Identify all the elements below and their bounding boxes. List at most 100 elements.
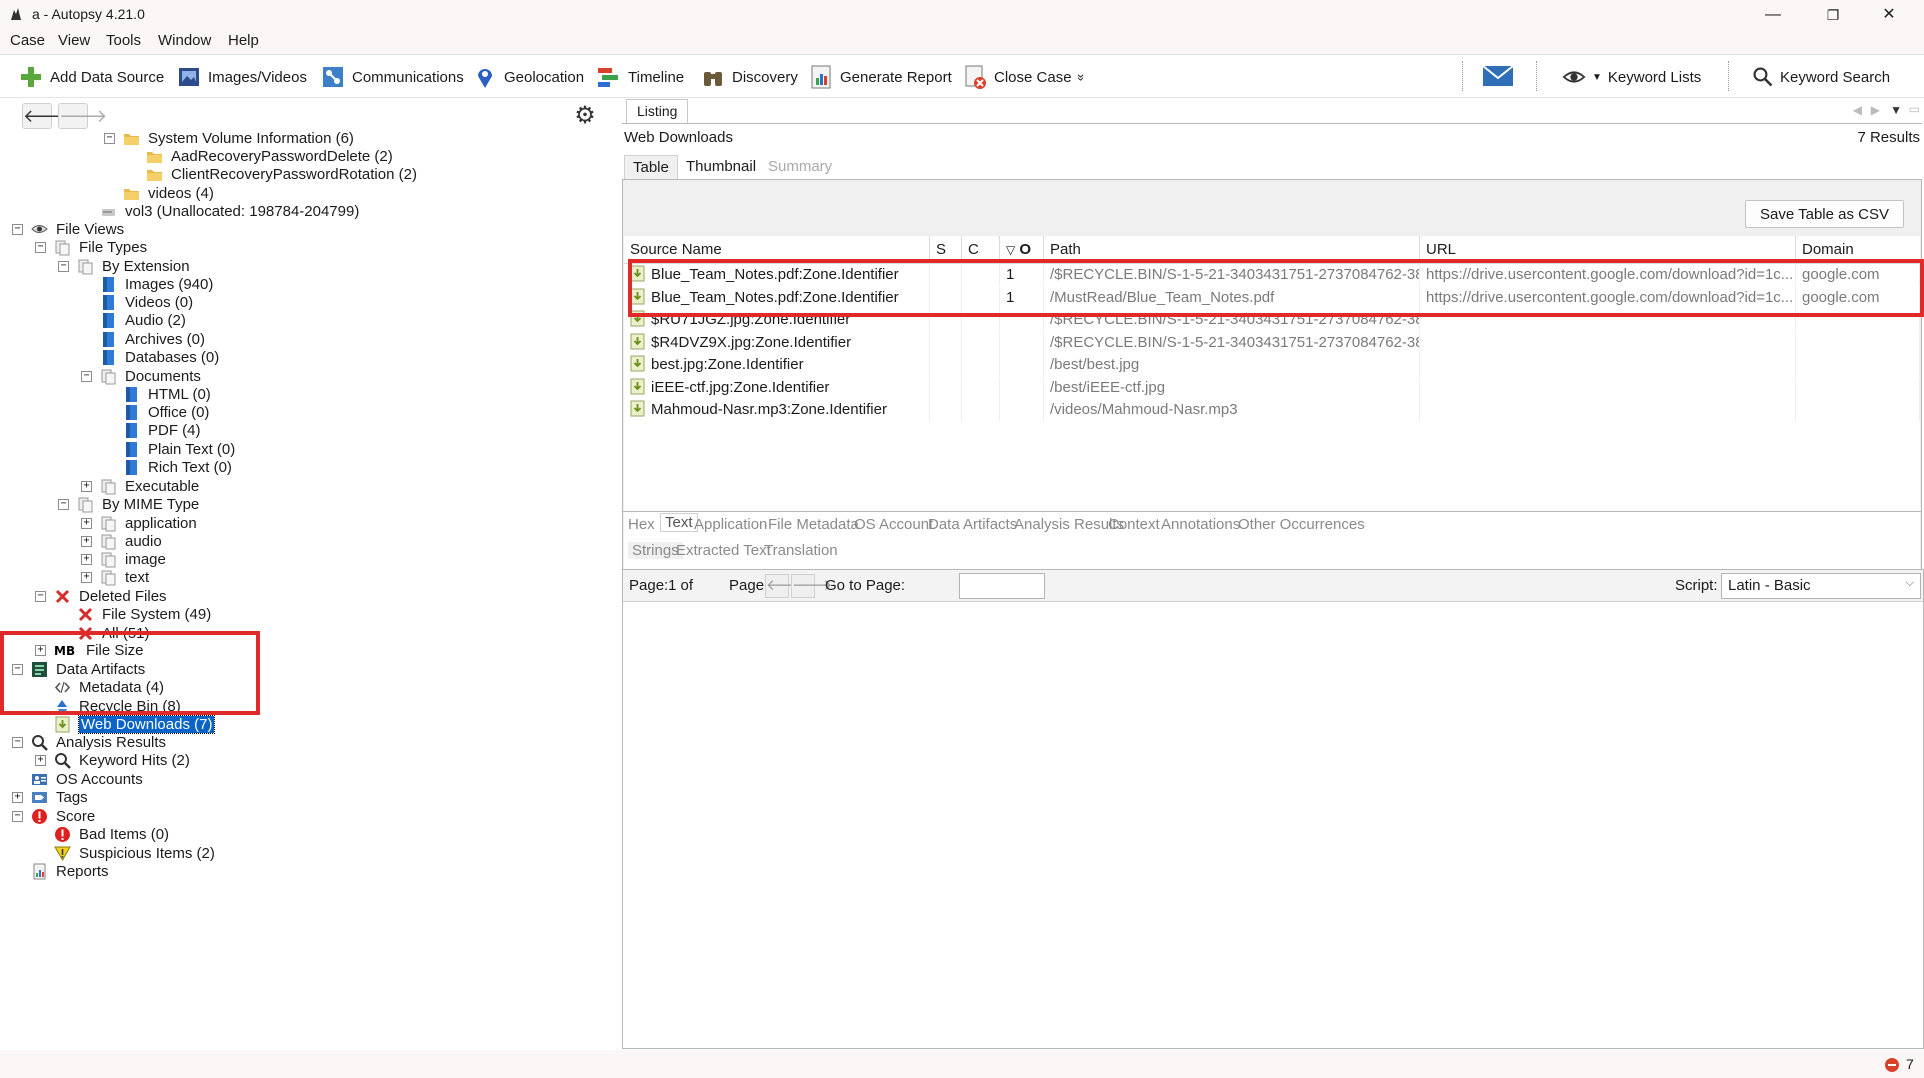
tree-node-label: Analysis Results [56,733,167,751]
keyword-search-button[interactable]: Keyword Search [1752,63,1890,91]
script-select[interactable]: Latin - Basic ⌵ [1721,573,1921,599]
collapse-toggle-icon[interactable]: − [35,241,46,253]
cell-path-text: /$RECYCLE.BIN/S-1-5-21-3403431751-273708… [1050,333,1420,351]
toolbar-separator [1728,61,1729,91]
column-occurrences[interactable]: ▽ O [1000,236,1044,264]
expand-toggle-icon[interactable]: + [12,791,23,803]
maximize-pane-icon[interactable]: ▭ [1909,102,1920,116]
discovery-button[interactable]: Discovery [700,63,798,91]
geolocation-button[interactable]: Geolocation [472,63,584,91]
collapse-toggle-icon[interactable]: − [58,498,69,510]
menu-view[interactable]: View [58,32,90,49]
directory-tree-pane: 🡐 🡒 ⚙ − System Volume Information (6) AadR… [0,99,598,1047]
binoculars-icon [704,72,722,86]
column-url[interactable]: URL [1420,236,1796,264]
expand-toggle-icon[interactable]: + [81,535,92,547]
sort-desc-icon: ▽ [1006,243,1016,257]
back-arrow-icon[interactable]: 🡐 [22,103,71,129]
folder-icon [124,188,139,200]
collapse-toggle-icon[interactable]: − [81,370,92,382]
viewer-tab-os-account[interactable]: OS Account [854,516,933,533]
mail-icon[interactable] [1482,65,1514,87]
viewer-tab-other-occurrences[interactable]: Other Occurrences [1238,516,1365,533]
viewer-tab-data-artifacts[interactable]: Data Artifacts [928,516,1017,533]
go-to-page-input[interactable] [959,573,1045,599]
folder-icon [147,151,162,163]
cell-url [1420,399,1796,421]
minimize-button[interactable]: — [1750,0,1796,30]
cell-path: /$RECYCLE.BIN/S-1-5-21-3403431751-273708… [1044,331,1420,354]
table-row[interactable]: best.jpg:Zone.Identifier/best/best.jpg [624,354,1920,376]
menu-window[interactable]: Window [158,32,211,49]
expand-toggle-icon[interactable]: + [81,571,92,583]
notification-error-icon[interactable] [1884,1057,1900,1073]
tab-thumbnail[interactable]: Thumbnail [678,155,764,179]
timeline-button[interactable]: Timeline [596,63,684,91]
cell-score [930,309,962,331]
viewer-subtab-strings[interactable]: Strings [628,542,683,559]
images-videos-button[interactable]: Images/Videos [176,63,307,91]
table-row[interactable]: Blue_Team_Notes.pdf:Zone.Identifier 1/Mus… [624,286,1920,309]
menu-case[interactable]: Case [10,32,45,49]
expand-toggle-icon[interactable]: + [35,644,46,656]
collapse-toggle-icon[interactable]: − [35,590,46,602]
next-page-icon[interactable]: 🡒 [791,574,832,598]
table-row[interactable]: Blue_Team_Notes.pdf:Zone.Identifier 1 /$RE… [624,264,1920,286]
viewer-tab-hex[interactable]: Hex [628,516,655,533]
expand-toggle-icon[interactable]: + [81,517,92,529]
viewer-tab-application[interactable]: Application [694,516,767,533]
forward-arrow-icon[interactable]: 🡒 [58,103,107,129]
collapse-toggle-icon[interactable]: − [12,810,23,822]
cell-occurrences [1000,331,1044,354]
tab-list-dropdown-icon[interactable]: ▼ [1890,103,1902,117]
table-row[interactable]: Mahmoud-Nasr.mp3:Zone.Identifier/videos/… [624,399,1920,421]
table-row[interactable]: iEEE-ctf.jpg:Zone.Identifier/best/iEEE-c… [624,376,1920,399]
tree-node-label: Keyword Hits (2) [79,751,190,769]
download-file-icon [630,288,645,304]
expand-toggle-icon[interactable]: + [81,553,92,565]
tab-summary[interactable]: Summary [760,155,840,179]
column-score[interactable]: S [930,236,962,264]
expand-toggle-icon[interactable]: + [81,480,92,492]
tab-scroll-left-icon[interactable]: ◀ [1853,103,1862,117]
generate-report-button[interactable]: Generate Report [808,63,952,91]
gear-icon[interactable]: ⚙ [572,103,598,129]
keyword-lists-button[interactable]: ▼ Keyword Lists [1562,63,1701,91]
prev-page-icon[interactable]: 🡐 [765,574,806,598]
viewer-subtab-translation[interactable]: Translation [764,542,838,559]
collapse-toggle-icon[interactable]: − [12,223,23,235]
tab-listing[interactable]: Listing [626,99,689,123]
tree-node-label: By Extension [102,257,190,275]
script-select-value: Latin - Basic [1728,577,1811,594]
collapse-toggle-icon[interactable]: − [12,736,23,748]
tab-table[interactable]: Table [624,155,678,179]
save-table-csv-button[interactable]: Save Table as CSV [1745,200,1904,228]
collapse-toggle-icon[interactable]: − [104,132,115,144]
tab-scroll-right-icon[interactable]: ▶ [1871,103,1880,117]
restore-button[interactable]: ❐ [1810,0,1856,30]
viewer-subtab-extracted-text[interactable]: Extracted Text [676,542,771,559]
tree-node[interactable]: Reports [12,860,109,882]
add-data-source-button[interactable]: Add Data Source [18,63,164,91]
table-row[interactable]: $R4DVZ9X.jpg:Zone.Identifier /$RECYCLE.BI… [624,331,1920,354]
table-row[interactable]: $RU71JGZ.jpg:Zone.Identifier /$RECYCLE.BI… [624,309,1920,331]
menu-tools[interactable]: Tools [106,32,141,49]
close-case-button[interactable]: Close Case » [962,63,1089,91]
communications-button[interactable]: Communications [320,63,464,91]
collapse-toggle-icon[interactable]: − [58,260,69,272]
collapse-toggle-icon[interactable]: − [12,663,23,675]
cell-occurrences-text: 1 [1006,266,1015,283]
viewer-tab-file-metadata[interactable]: File Metadata [768,516,859,533]
column-comment[interactable]: C [962,236,1000,264]
cell-source-name: Blue_Team_Notes.pdf:Zone.Identifier [624,264,930,286]
viewer-tab-annotations[interactable]: Annotations [1161,516,1240,533]
toolbar-overflow-icon[interactable]: » [1074,73,1089,80]
close-button[interactable]: ✕ [1866,0,1912,30]
menu-help[interactable]: Help [228,32,259,49]
column-source-name[interactable]: Source Name [624,236,930,264]
column-domain[interactable]: Domain [1796,236,1920,264]
viewer-tab-context[interactable]: Context [1108,516,1160,533]
column-path[interactable]: Path [1044,236,1420,264]
expand-toggle-icon[interactable]: + [35,754,46,766]
viewer-tab-text[interactable]: Text [660,513,698,532]
